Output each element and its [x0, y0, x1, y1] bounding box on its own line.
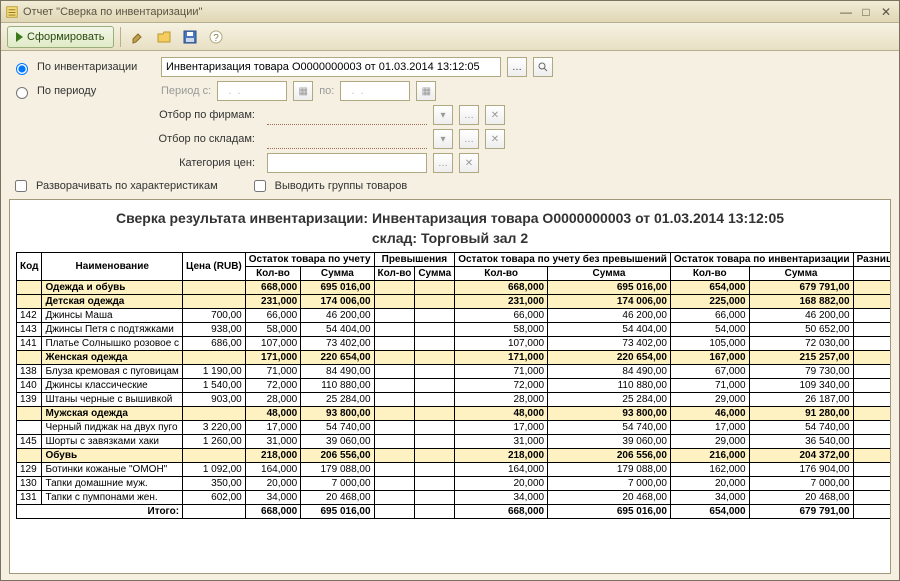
table-row[interactable]: 138Блуза кремовая с пуговицам1 190,0071,… — [17, 365, 892, 379]
help-icon: ? — [208, 29, 224, 45]
settings-button[interactable] — [127, 26, 149, 48]
period-from-input[interactable] — [217, 81, 287, 101]
run-button[interactable]: Сформировать — [7, 26, 114, 48]
by-inventory-radio[interactable] — [16, 63, 28, 75]
col-sum: Сумма — [301, 267, 374, 281]
maximize-button[interactable]: □ — [857, 4, 875, 20]
table-row[interactable]: 141Платье Солнышко розовое с686,00107,00… — [17, 337, 892, 351]
app-icon — [5, 5, 19, 19]
col-diff1: Разница (Остаток инвентаризации - остато… — [853, 253, 891, 267]
col-qty: Кол-во — [374, 267, 415, 281]
price-category-clear-button[interactable]: ✕ — [459, 153, 479, 173]
table-row[interactable]: Детская одежда231,000174 006,00231,00017… — [17, 295, 892, 309]
col-code: Код — [17, 253, 42, 281]
filter-warehouse-clear-button[interactable]: ✕ — [485, 129, 505, 149]
filter-firm-clear-button[interactable]: ✕ — [485, 105, 505, 125]
by-period-label: По периоду — [37, 85, 155, 97]
params-panel: По инвентаризации … По периоду Период с:… — [1, 51, 899, 205]
svg-text:?: ? — [213, 33, 219, 44]
col-excess: Превышения — [374, 253, 455, 267]
result-area[interactable]: Сверка результата инвентаризации: Инвент… — [9, 199, 891, 574]
filter-warehouse-dropdown-button[interactable]: ▾ — [433, 129, 453, 149]
period-from-label: Период с: — [161, 85, 211, 97]
by-period-radio[interactable] — [16, 87, 28, 99]
col-price: Цена (RUB) — [183, 253, 246, 281]
filter-firm-input[interactable] — [267, 105, 427, 125]
filter-warehouse-label: Отбор по складам: — [151, 133, 261, 145]
table-row[interactable]: Обувь218,000206 556,00218,000206 556,002… — [17, 449, 892, 463]
period-to-input[interactable] — [340, 81, 410, 101]
price-category-select-button[interactable]: … — [433, 153, 453, 173]
by-inventory-label: По инвентаризации — [37, 61, 155, 73]
report-title: Сверка результата инвентаризации: Инвент… — [16, 210, 884, 226]
show-groups-checkbox[interactable] — [254, 180, 266, 192]
filter-firm-dropdown-button[interactable]: ▾ — [433, 105, 453, 125]
table-row[interactable]: Мужская одежда48,00093 800,0048,00093 80… — [17, 407, 892, 421]
table-row[interactable]: Одежда и обувь668,000695 016,00668,00069… — [17, 281, 892, 295]
filter-firm-select-button[interactable]: … — [459, 105, 479, 125]
col-acc-noexc: Остаток товара по учету без превышений — [455, 253, 671, 267]
table-row[interactable]: Черный пиджак на двух пуго3 220,0017,000… — [17, 421, 892, 435]
period-to-cal-button[interactable]: ▦ — [416, 81, 436, 101]
toolbar: Сформировать ? — [1, 23, 899, 51]
total-row: Итого: 668,000695 016,00 668,000695 016,… — [17, 505, 892, 519]
filter-warehouse-input[interactable] — [267, 129, 427, 149]
folder-icon — [156, 29, 172, 45]
col-sum: Сумма — [548, 267, 671, 281]
period-from-cal-button[interactable]: ▦ — [293, 81, 313, 101]
result-document: Сверка результата инвентаризации: Инвент… — [10, 200, 890, 525]
price-category-input[interactable] — [267, 153, 427, 173]
col-qty: Кол-во — [670, 267, 749, 281]
floppy-icon — [182, 29, 198, 45]
save-button[interactable] — [179, 26, 201, 48]
expand-characteristics-label: Разворачивать по характеристикам — [36, 180, 218, 192]
magnifier-icon — [537, 61, 549, 73]
table-row[interactable]: 131Тапки с пумпонами жен.602,0034,00020 … — [17, 491, 892, 505]
inventory-input[interactable] — [161, 57, 501, 77]
col-sum: Сумма — [415, 267, 455, 281]
table-row[interactable]: Женская одежда171,000220 654,00171,00022… — [17, 351, 892, 365]
col-inv-stock: Остаток товара по инвентаризации — [670, 253, 853, 267]
window-title: Отчет "Сверка по инвентаризации" — [23, 6, 202, 18]
show-groups-label: Выводить группы товаров — [275, 180, 408, 192]
toolbar-separator — [120, 27, 121, 47]
minimize-button[interactable]: — — [837, 4, 855, 20]
report-subtitle: склад: Торговый зал 2 — [16, 230, 884, 246]
help-button[interactable]: ? — [205, 26, 227, 48]
run-button-label: Сформировать — [27, 31, 105, 43]
table-row[interactable]: 145Шорты с завязками хаки1 260,0031,0003… — [17, 435, 892, 449]
close-button[interactable]: ✕ — [877, 4, 895, 20]
table-row[interactable]: 139Штаны черные с вышивкой903,0028,00025… — [17, 393, 892, 407]
price-category-label: Категория цен: — [151, 157, 261, 169]
play-icon — [16, 32, 23, 42]
inventory-open-button[interactable] — [533, 57, 553, 77]
expand-characteristics-checkbox[interactable] — [15, 180, 27, 192]
table-row[interactable]: 140Джинсы классические1 540,0072,000110 … — [17, 379, 892, 393]
filter-firm-label: Отбор по фирмам: — [151, 109, 261, 121]
total-label: Итого: — [17, 505, 183, 519]
col-name: Наименование — [42, 253, 183, 281]
titlebar: Отчет "Сверка по инвентаризации" — □ ✕ — [1, 1, 899, 23]
table-row[interactable]: 130Тапки домашние муж.350,0020,0007 000,… — [17, 477, 892, 491]
col-acc-stock: Остаток товара по учету — [245, 253, 374, 267]
table-row[interactable]: 142Джинсы Маша700,0066,00046 200,0066,00… — [17, 309, 892, 323]
report-table: Код Наименование Цена (RUB) Остаток това… — [16, 252, 891, 519]
report-window: Отчет "Сверка по инвентаризации" — □ ✕ С… — [0, 0, 900, 581]
col-qty: Кол-во — [245, 267, 300, 281]
col-sum: Сумма — [749, 267, 853, 281]
table-row[interactable]: 129Ботинки кожаные "ОМОН"1 092,00164,000… — [17, 463, 892, 477]
filter-warehouse-select-button[interactable]: … — [459, 129, 479, 149]
col-qty: Кол-во — [853, 267, 891, 281]
open-button[interactable] — [153, 26, 175, 48]
wrench-icon — [130, 29, 146, 45]
header-row-1: Код Наименование Цена (RUB) Остаток това… — [17, 253, 892, 267]
period-to-label: по: — [319, 85, 334, 97]
inventory-select-button[interactable]: … — [507, 57, 527, 77]
table-row[interactable]: 143Джинсы Петя с подтяжками938,0058,0005… — [17, 323, 892, 337]
col-qty: Кол-во — [455, 267, 548, 281]
